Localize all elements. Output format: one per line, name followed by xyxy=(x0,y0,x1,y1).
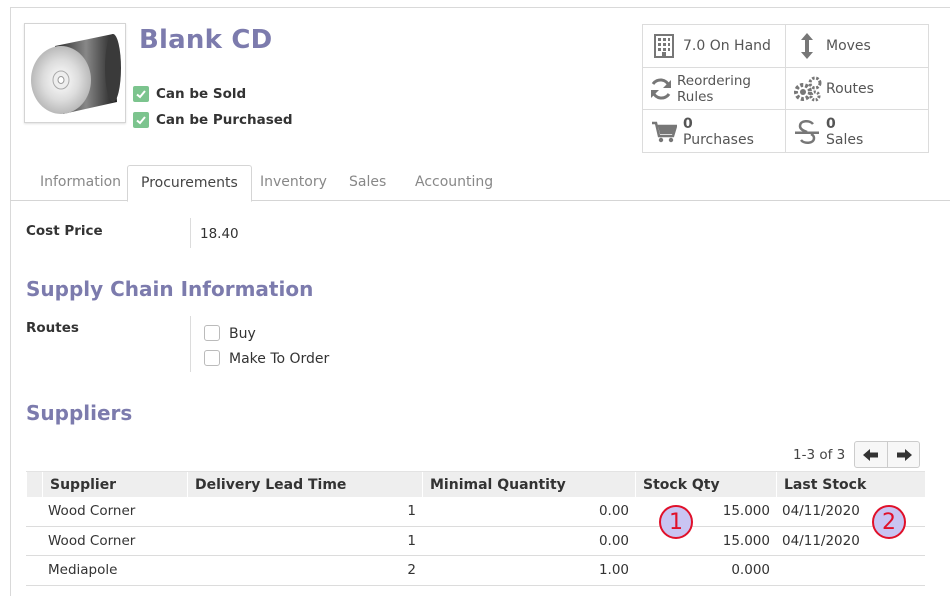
can-be-sold-flag[interactable]: Can be Sold xyxy=(133,86,246,102)
column-header-supplier[interactable]: Supplier xyxy=(42,472,187,498)
flag-label: Can be Purchased xyxy=(156,112,293,128)
tab-information[interactable]: Information xyxy=(27,165,134,201)
lead-time-cell: 1 xyxy=(407,532,416,549)
table-header: Supplier Delivery Lead Time Minimal Quan… xyxy=(26,471,925,498)
flag-label: Can be Sold xyxy=(156,86,247,102)
suppliers-table: Supplier Delivery Lead Time Minimal Quan… xyxy=(26,471,925,586)
arrow-right-icon xyxy=(896,448,912,461)
route-label: Buy xyxy=(229,326,256,342)
refresh-icon xyxy=(649,78,673,100)
route-make-to-order[interactable]: Make To Order xyxy=(204,348,329,367)
strikethrough-icon xyxy=(792,119,822,145)
column-header-delivery-lead-time[interactable]: Delivery Lead Time xyxy=(187,472,422,498)
stat-label: Purchases xyxy=(683,131,754,148)
notebook-tabs: Information Procurements Inventory Sales… xyxy=(10,165,950,202)
supplier-cell: Wood Corner xyxy=(48,503,136,520)
sales-button[interactable]: 0 Sales xyxy=(786,110,929,153)
product-image[interactable] xyxy=(24,23,126,123)
product-title[interactable]: Blank CD xyxy=(139,25,272,55)
shopping-cart-icon xyxy=(649,121,679,143)
min-qty-cell: 1.00 xyxy=(598,562,629,579)
cost-price-label: Cost Price xyxy=(26,223,103,239)
stat-label: Routes xyxy=(826,80,874,97)
stock-qty-cell: 0.000 xyxy=(731,562,770,579)
field-separator xyxy=(190,218,191,248)
stat-button-box: 7.0 On Hand Moves Reordering Rules Route… xyxy=(642,24,929,153)
column-header-last-stock[interactable]: Last Stock xyxy=(776,472,925,498)
lead-time-cell: 1 xyxy=(407,503,416,520)
tab-procurements[interactable]: Procurements xyxy=(127,165,252,202)
supplier-cell: Mediapole xyxy=(48,562,118,579)
column-header-minimal-quantity[interactable]: Minimal Quantity xyxy=(422,472,635,498)
on-hand-button[interactable]: 7.0 On Hand xyxy=(643,25,786,68)
reordering-rules-button[interactable]: Reordering Rules xyxy=(643,68,786,110)
pager-buttons xyxy=(854,441,921,468)
table-row[interactable]: Wood Corner 1 0.00 15.000 04/11/2020 xyxy=(26,497,925,527)
supplier-cell: Wood Corner xyxy=(48,532,136,549)
gears-icon xyxy=(792,76,822,102)
purchases-count: 0 xyxy=(683,115,693,132)
tab-inventory[interactable]: Inventory xyxy=(247,165,340,201)
moves-button[interactable]: Moves xyxy=(786,25,929,68)
cost-price-value[interactable]: 18.40 xyxy=(200,226,239,242)
pager-previous-button[interactable] xyxy=(855,442,887,467)
route-label: Make To Order xyxy=(229,351,330,367)
column-header-stock-qty[interactable]: Stock Qty xyxy=(635,472,776,498)
route-buy[interactable]: Buy xyxy=(204,323,256,342)
checkbox-checked-icon[interactable] xyxy=(133,86,149,102)
table-row[interactable]: Wood Corner 1 0.00 15.000 04/11/2020 xyxy=(26,527,925,556)
stock-qty-cell: 15.000 xyxy=(722,503,770,520)
tab-accounting[interactable]: Accounting xyxy=(402,165,506,201)
pager-next-button[interactable] xyxy=(887,442,919,467)
stat-label: Sales xyxy=(826,131,864,148)
arrow-left-icon xyxy=(863,448,879,461)
checkbox-checked-icon[interactable] xyxy=(133,112,149,128)
stat-label: 7.0 On Hand xyxy=(683,38,771,54)
table-row[interactable]: Mediapole 2 1.00 0.000 xyxy=(26,556,925,586)
checkbox-unchecked-icon[interactable] xyxy=(204,349,220,366)
stat-label: Reordering Rules xyxy=(677,72,751,105)
min-qty-cell: 0.00 xyxy=(598,532,629,549)
building-icon xyxy=(649,34,679,58)
handle-column-header xyxy=(26,472,42,498)
min-qty-cell: 0.00 xyxy=(598,503,629,520)
last-stock-cell: 04/11/2020 xyxy=(782,532,860,549)
supply-chain-title: Supply Chain Information xyxy=(26,277,314,301)
routes-label: Routes xyxy=(26,320,79,336)
callout-marker-2: 2 xyxy=(872,505,906,539)
lead-time-cell: 2 xyxy=(407,562,416,579)
can-be-purchased-flag[interactable]: Can be Purchased xyxy=(133,112,293,128)
routes-button[interactable]: Routes xyxy=(786,68,929,110)
field-separator xyxy=(190,316,191,372)
tab-sales[interactable]: Sales xyxy=(336,165,399,201)
suppliers-title: Suppliers xyxy=(26,401,133,425)
pager-value[interactable]: 1-3 of 3 xyxy=(793,447,845,463)
purchases-button[interactable]: 0 Purchases xyxy=(643,110,786,153)
pager: 1-3 of 3 xyxy=(793,441,921,468)
sales-count: 0 xyxy=(826,115,836,132)
arrows-vertical-icon xyxy=(792,32,822,60)
stock-qty-cell: 15.000 xyxy=(722,532,770,549)
checkbox-unchecked-icon[interactable] xyxy=(204,324,220,341)
callout-marker-1: 1 xyxy=(659,505,693,539)
stat-label: Moves xyxy=(826,38,871,54)
